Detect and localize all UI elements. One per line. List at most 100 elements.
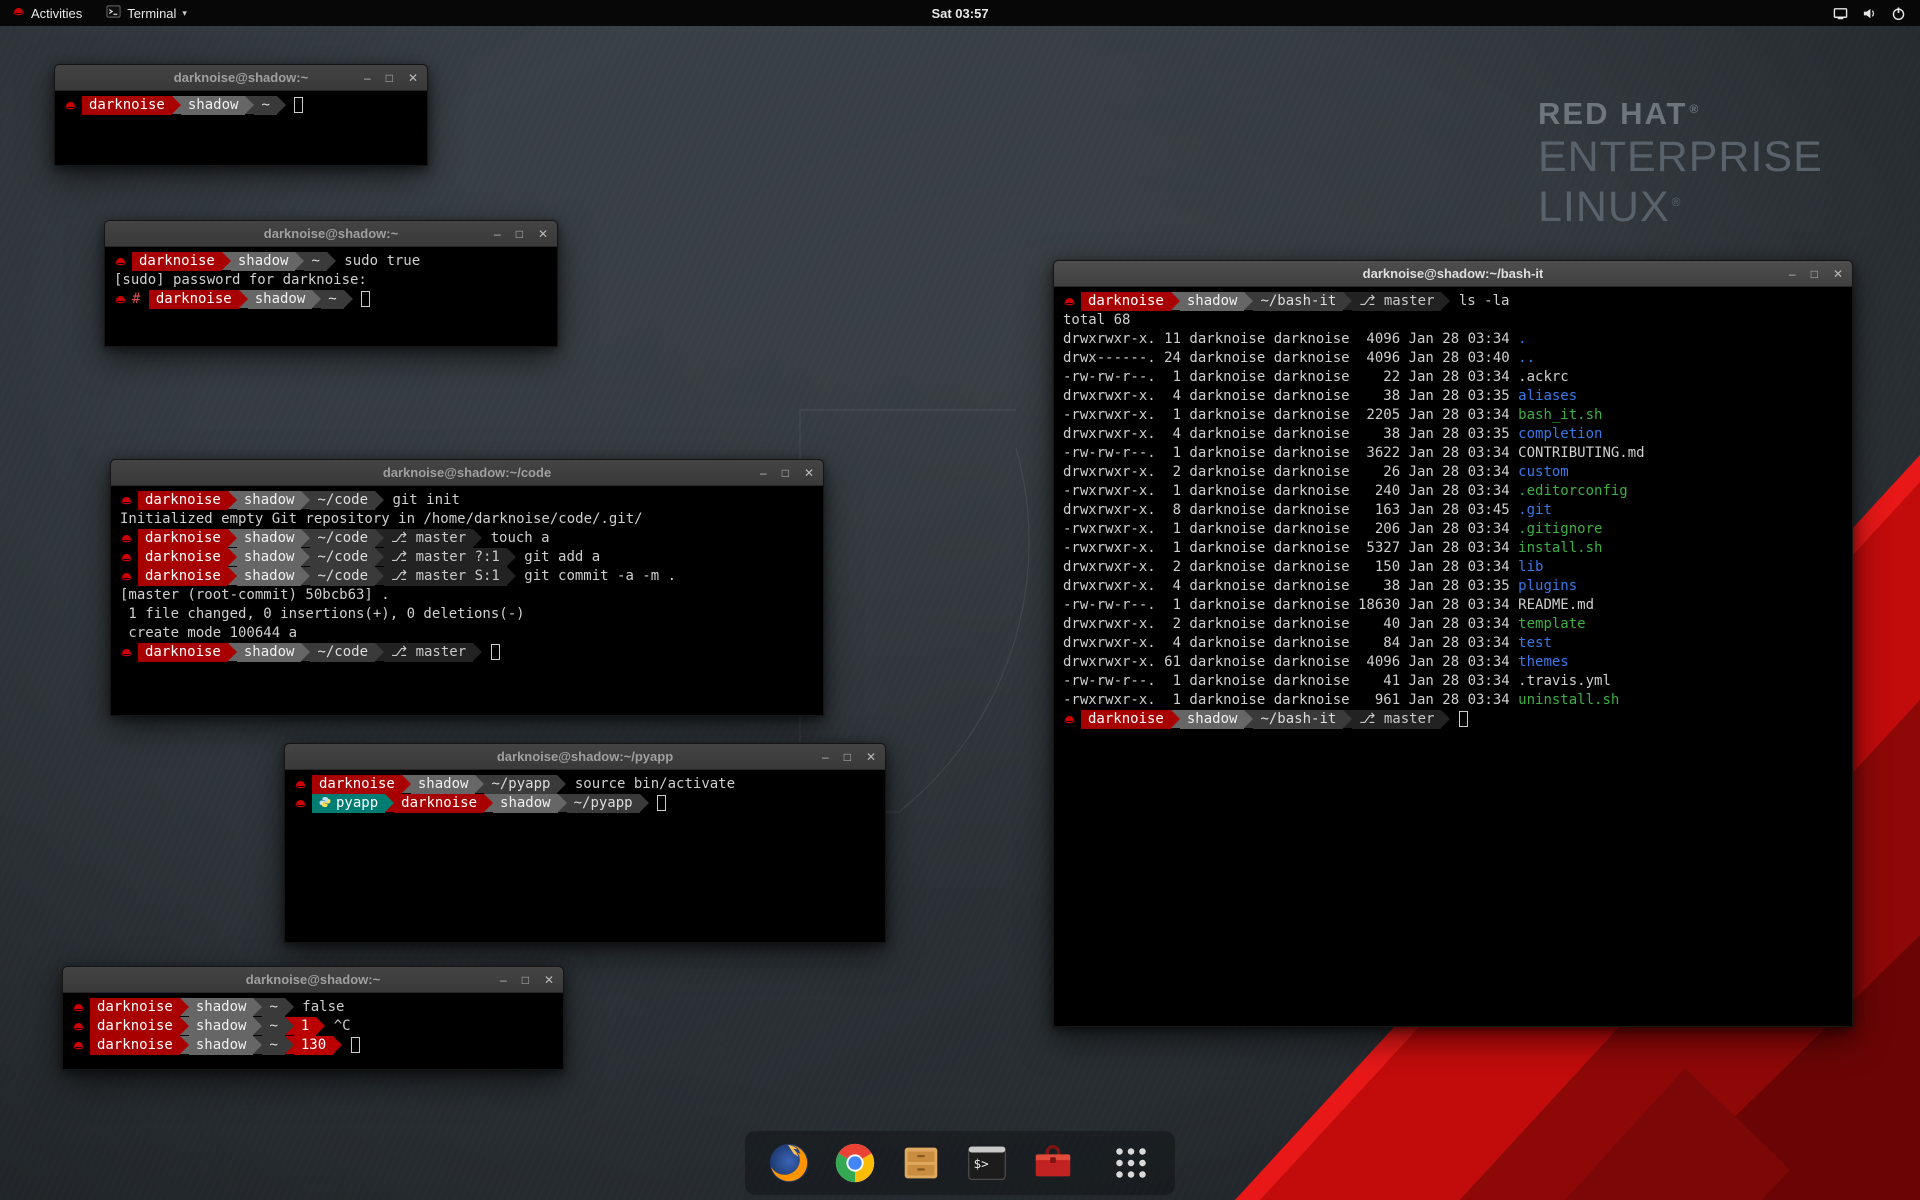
terminal-text: ls -la — [1450, 293, 1509, 309]
terminal-text: aliases — [1518, 388, 1577, 404]
maximize-button[interactable]: □ — [844, 751, 851, 763]
close-button[interactable]: ✕ — [1833, 268, 1843, 280]
terminal-text: -rwxrwxr-x. 1 darknoise darknoise 240 Ja… — [1063, 483, 1518, 499]
window-titlebar[interactable]: darknoise@shadow:~–□✕ — [55, 65, 427, 91]
terminal-text: README.md — [1518, 597, 1594, 613]
terminal-text: drwxrwxr-x. 4 darknoise darknoise 38 Jan… — [1063, 388, 1518, 404]
prompt-segment-err: 1 — [294, 1017, 316, 1036]
screen-icon[interactable] — [1833, 6, 1848, 21]
powerline-separator-icon — [375, 567, 384, 585]
maximize-button[interactable]: □ — [522, 974, 529, 986]
terminal-text: drwxrwxr-x. 2 darknoise darknoise 40 Jan… — [1063, 616, 1518, 632]
close-button[interactable]: ✕ — [408, 72, 418, 84]
terminal-line: darknoiseshadow~ sudo true — [114, 252, 548, 271]
window-title: darknoise@shadow:~ — [246, 972, 380, 987]
activities-label: Activities — [31, 6, 82, 21]
minimize-button[interactable]: – — [822, 751, 829, 763]
redhat-prompt-icon — [294, 775, 312, 794]
minimize-button[interactable]: – — [494, 228, 501, 240]
files-launcher[interactable] — [897, 1139, 945, 1187]
window-titlebar[interactable]: darknoise@shadow:~ – □ ✕ — [63, 967, 563, 993]
prompt-segment-path: ~/code — [310, 529, 375, 548]
terminal-text: touch a — [482, 530, 549, 546]
chrome-launcher[interactable] — [831, 1139, 879, 1187]
terminal-text: uninstall.sh — [1518, 692, 1619, 708]
maximize-button[interactable]: □ — [782, 467, 789, 479]
system-status-area[interactable] — [1823, 0, 1916, 26]
maximize-button[interactable]: □ — [516, 228, 523, 240]
terminal-text: install.sh — [1518, 540, 1602, 556]
powerline-separator-icon — [375, 491, 384, 509]
terminal-body[interactable]: darknoiseshadow~/code git initInitialize… — [111, 486, 823, 667]
terminal-line: -rw-rw-r--. 1 darknoise darknoise 41 Jan… — [1063, 672, 1843, 691]
toolbox-launcher[interactable] — [1029, 1139, 1077, 1187]
powerline-separator-icon — [507, 548, 516, 566]
terminal-body[interactable]: darknoiseshadow~ sudo true[sudo] passwor… — [105, 247, 557, 314]
terminal-text: plugins — [1518, 578, 1577, 594]
maximize-button[interactable]: □ — [386, 72, 393, 84]
terminal-body[interactable]: darknoiseshadow~ falsedarknoiseshadow~1 … — [63, 993, 563, 1060]
terminal-text: Initialized empty Git repository in /hom… — [120, 511, 643, 527]
app-menu[interactable]: Terminal ▾ — [94, 0, 199, 26]
terminal-launcher[interactable]: $> — [963, 1139, 1011, 1187]
minimize-button[interactable]: – — [364, 72, 371, 84]
terminal-text: -rw-rw-r--. 1 darknoise darknoise 3622 J… — [1063, 445, 1518, 461]
window-titlebar[interactable]: darknoise@shadow:~/pyapp – □ ✕ — [285, 744, 885, 770]
terminal-text: -rw-rw-r--. 1 darknoise darknoise 18630 … — [1063, 597, 1518, 613]
power-icon[interactable] — [1891, 6, 1906, 21]
minimize-button[interactable]: – — [500, 974, 507, 986]
redhat-prompt-icon — [114, 290, 132, 309]
prompt-segment-host: shadow — [237, 567, 302, 586]
maximize-button[interactable]: □ — [1811, 268, 1818, 280]
powerline-separator-icon — [473, 529, 482, 547]
window-controls: – □ ✕ — [1789, 261, 1843, 286]
close-button[interactable]: ✕ — [804, 467, 814, 479]
window-title: darknoise@shadow:~/pyapp — [497, 749, 673, 764]
terminal-window-exitcodes: darknoise@shadow:~–□✕darknoiseshadow~ fa… — [62, 966, 564, 1070]
prompt-segment-path: ~ — [262, 998, 284, 1017]
prompt-segment-host: shadow — [1180, 710, 1245, 729]
volume-icon[interactable] — [1862, 6, 1877, 21]
powerline-separator-icon — [484, 794, 493, 812]
powerline-separator-icon — [1171, 710, 1180, 728]
terminal-body[interactable]: darknoiseshadow~/bash-it⎇ master ls -lat… — [1054, 287, 1852, 734]
powerline-separator-icon — [277, 96, 286, 114]
powerline-separator-icon — [253, 1017, 262, 1035]
terminal-text: source bin/activate — [566, 776, 735, 792]
powerline-separator-icon — [180, 1017, 189, 1035]
terminal-text: drwxrwxr-x. 4 darknoise darknoise 38 Jan… — [1063, 578, 1518, 594]
terminal-line: -rwxrwxr-x. 1 darknoise darknoise 5327 J… — [1063, 539, 1843, 558]
terminal-text: lib — [1518, 559, 1543, 575]
redhat-prompt-icon — [120, 567, 138, 586]
redhat-prompt-icon — [72, 998, 90, 1017]
terminal-line: darknoiseshadow~/pyapp source bin/activa… — [294, 775, 876, 794]
windows-layer: darknoise@shadow:~ – □ ✕ darknoiseshadow~ da… — [0, 0, 1920, 1200]
window-titlebar[interactable]: darknoise@shadow:~/code–□✕ — [111, 460, 823, 486]
powerline-separator-icon — [301, 567, 310, 585]
activities-button[interactable]: Activities — [0, 0, 94, 26]
terminal-window-code: darknoise@shadow:~/code–□✕darknoiseshado… — [110, 459, 824, 716]
powerline-separator-icon — [1343, 710, 1352, 728]
terminal-text: drwxrwxr-x. 2 darknoise darknoise 26 Jan… — [1063, 464, 1518, 480]
prompt-segment-host: shadow — [189, 1036, 254, 1055]
powerline-separator-icon — [253, 998, 262, 1016]
window-titlebar[interactable]: darknoise@shadow:~–□✕ — [105, 221, 557, 247]
terminal-text: -rwxrwxr-x. 1 darknoise darknoise 2205 J… — [1063, 407, 1518, 423]
terminal-text: custom — [1518, 464, 1569, 480]
terminal-cursor — [657, 795, 666, 811]
minimize-button[interactable]: – — [760, 467, 767, 479]
close-button[interactable]: ✕ — [538, 228, 548, 240]
clock[interactable]: Sat 03:57 — [931, 0, 988, 26]
powerline-separator-icon — [1343, 292, 1352, 310]
prompt-segment-host: shadow — [237, 643, 302, 662]
app-grid-launcher[interactable] — [1107, 1139, 1155, 1187]
window-titlebar[interactable]: darknoise@shadow:~/bash-it–□✕ — [1054, 261, 1852, 287]
close-button[interactable]: ✕ — [866, 751, 876, 763]
firefox-launcher[interactable] — [765, 1139, 813, 1187]
close-button[interactable]: ✕ — [544, 974, 554, 986]
terminal-body[interactable]: darknoiseshadow~ — [55, 91, 427, 120]
terminal-text: .gitignore — [1518, 521, 1602, 537]
terminal-line: drwxrwxr-x. 4 darknoise darknoise 84 Jan… — [1063, 634, 1843, 653]
minimize-button[interactable]: – — [1789, 268, 1796, 280]
terminal-body[interactable]: darknoiseshadow~/pyapp source bin/activa… — [285, 770, 885, 818]
